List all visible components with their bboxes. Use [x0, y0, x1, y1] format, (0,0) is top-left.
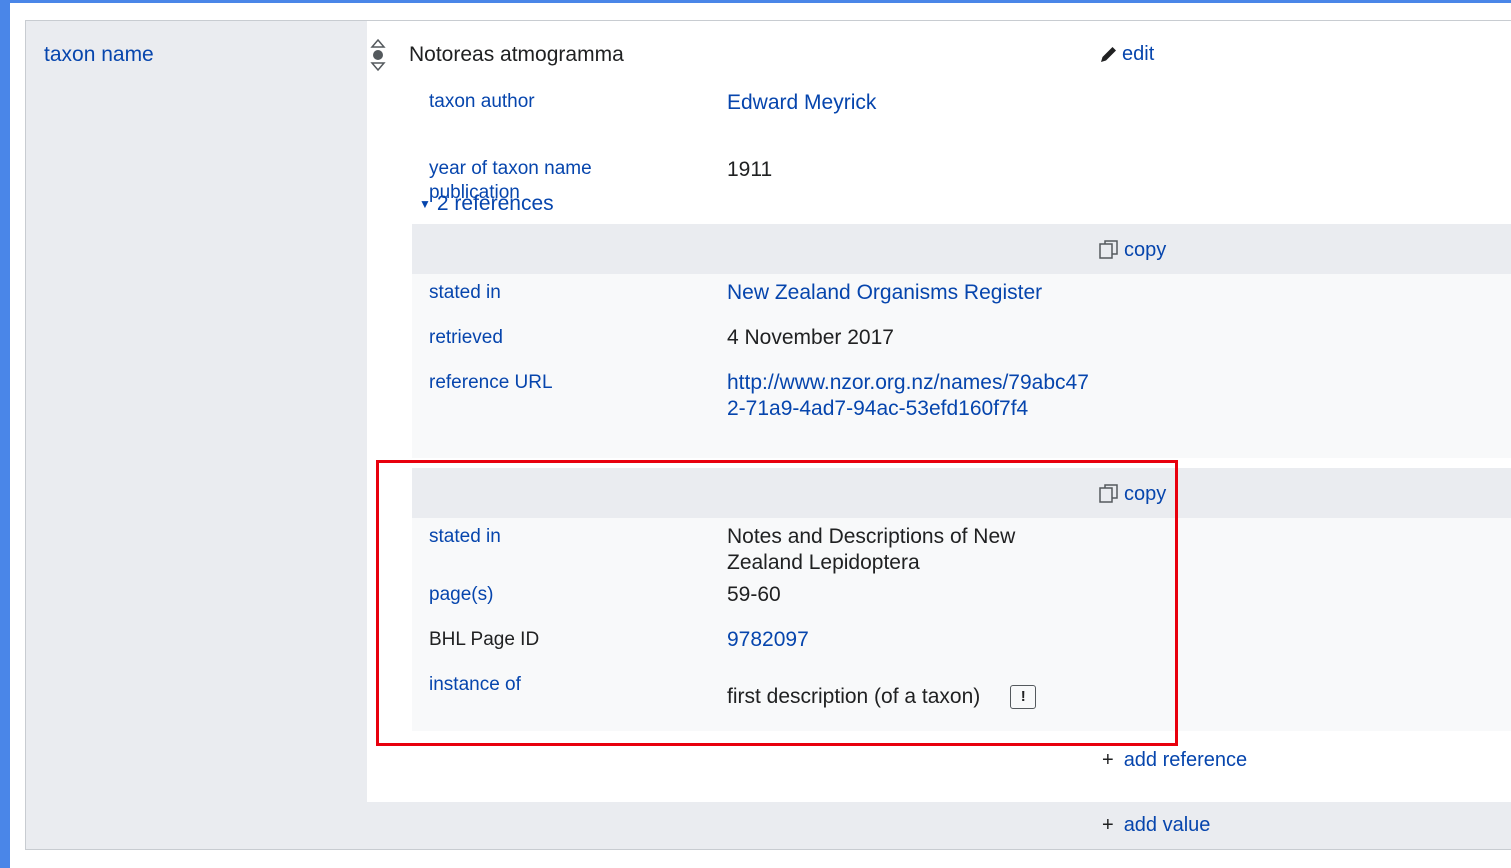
- references-toggle-label: 2 references: [436, 192, 554, 215]
- ref-value-reference-url[interactable]: http://www.nzor.org.nz/names/79abc472-71…: [727, 370, 1097, 422]
- statement-main-value: Notoreas atmogramma: [409, 43, 624, 66]
- qualifier-value-taxon-author[interactable]: Edward Meyrick: [727, 90, 876, 116]
- copy-button[interactable]: copy: [1097, 238, 1166, 262]
- window-frame-top: [0, 0, 1511, 3]
- ref-value-instance-of-row: first description (of a taxon)!: [727, 684, 1037, 710]
- ref-value-instance-of: first description (of a taxon): [727, 685, 981, 708]
- qualifier-label-taxon-author[interactable]: taxon author: [429, 90, 535, 114]
- qualifier-value-year: 1911: [727, 158, 773, 181]
- ref-value-stated-in[interactable]: New Zealand Organisms Register: [727, 280, 1042, 306]
- copy-label: copy: [1124, 482, 1167, 505]
- edit-button[interactable]: edit: [1097, 43, 1154, 66]
- copy-label: copy: [1124, 238, 1167, 261]
- references-toggle[interactable]: ▼ 2 references: [419, 192, 554, 216]
- copy-button[interactable]: copy: [1097, 482, 1166, 506]
- add-reference-button[interactable]: + add reference: [1102, 749, 1247, 772]
- add-value-label: add value: [1123, 814, 1211, 836]
- reference-1-header: copy: [412, 224, 1511, 274]
- ref-label-stated-in[interactable]: stated in: [429, 281, 501, 305]
- property-label-taxon-name[interactable]: taxon name: [44, 43, 154, 67]
- copy-icon: [1099, 484, 1118, 503]
- add-value-button[interactable]: + add value: [1102, 814, 1210, 837]
- ref-label-retrieved[interactable]: retrieved: [429, 326, 503, 350]
- statement-group: taxon name Notoreas atmogramma edit taxo…: [25, 20, 1511, 850]
- statement-list: Notoreas atmogramma edit taxon author Ed…: [367, 21, 1511, 802]
- triangle-down-icon: ▼: [419, 197, 431, 211]
- ref-label-stated-in[interactable]: stated in: [429, 525, 501, 549]
- ref-value-bhl-page-id[interactable]: 9782097: [727, 627, 809, 653]
- exclamation-icon[interactable]: !: [1010, 685, 1037, 710]
- plus-icon: +: [1102, 749, 1114, 771]
- ref-value-retrieved: 4 November 2017: [727, 326, 894, 349]
- copy-icon: [1099, 240, 1118, 259]
- reference-2: copy stated in Notes and Descriptions of…: [412, 468, 1511, 731]
- plus-icon: +: [1102, 814, 1114, 836]
- add-reference-label: add reference: [1123, 749, 1248, 771]
- pencil-icon: [1101, 46, 1116, 62]
- ref-label-instance-of[interactable]: instance of: [429, 673, 521, 697]
- ref-label-bhl-page-id[interactable]: BHL Page ID: [429, 628, 539, 652]
- rank-normal-icon[interactable]: [370, 38, 386, 72]
- edit-label: edit: [1122, 43, 1155, 65]
- ref-value-pages: 59-60: [727, 583, 781, 606]
- reference-2-header: copy: [412, 468, 1511, 518]
- window-frame-left: [0, 0, 10, 868]
- ref-label-reference-url[interactable]: reference URL: [429, 371, 553, 395]
- ref-value-stated-in: Notes and Descriptions of New Zealand Le…: [727, 525, 1016, 574]
- ref-label-pages[interactable]: page(s): [429, 583, 493, 607]
- reference-1: copy stated in New Zealand Organisms Reg…: [412, 224, 1511, 458]
